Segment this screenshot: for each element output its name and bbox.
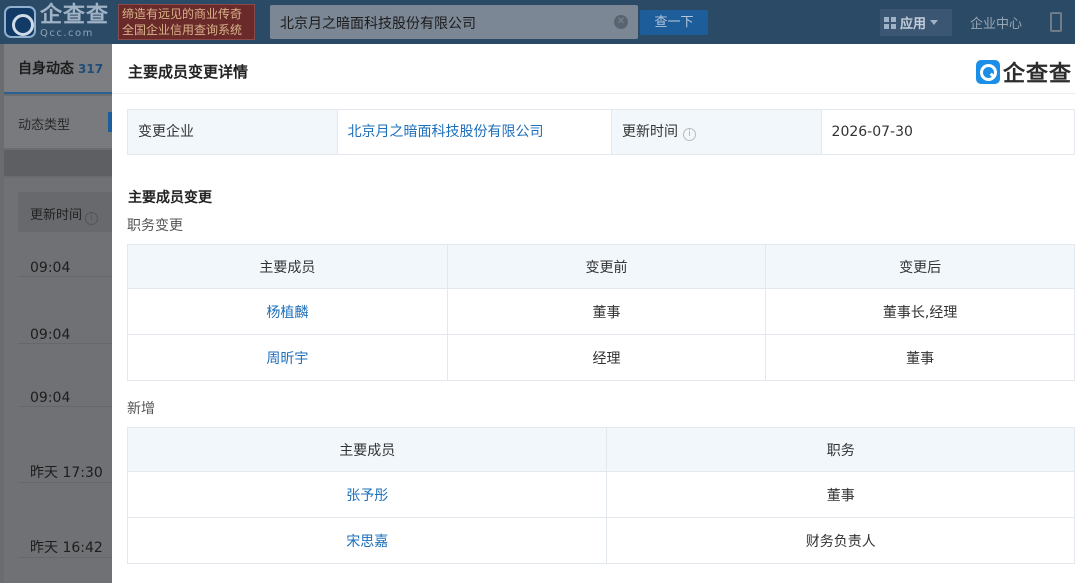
apps-menu-button[interactable]: 应用	[880, 9, 952, 36]
table-row: 张予彤 董事	[126, 471, 1075, 518]
table-header-row: 主要成员 职务	[126, 427, 1075, 472]
company-link[interactable]: 北京月之暗面科技股份有限公司	[338, 110, 612, 154]
col-header-label: 更新时间	[30, 208, 83, 223]
search-input[interactable]: 北京月之暗面科技股份有限公司 ✕	[270, 5, 638, 39]
position-after: 董事	[765, 334, 1075, 381]
update-type-filter[interactable]: 动态类型	[4, 96, 112, 148]
member-name-link[interactable]: 宋思嘉	[126, 517, 608, 564]
added-members-table: 主要成员 职务 张予彤 董事 宋思嘉 财务负责人	[126, 427, 1075, 564]
position-change-table: 主要成员 变更前 变更后 杨植麟 董事 董事长,经理 周昕宇 经理 董事	[127, 244, 1075, 381]
brand-text: 企查查	[1003, 62, 1073, 87]
qcc-brand-icon	[976, 60, 1000, 84]
member-position: 董事	[606, 471, 1075, 518]
clear-icon[interactable]: ✕	[614, 15, 628, 29]
member-name-link[interactable]: 周昕宇	[127, 334, 448, 381]
section-gap	[4, 150, 112, 176]
qcc-logo[interactable]: 企查查 Qcc.com	[4, 4, 109, 40]
mobile-phone-icon[interactable]	[1050, 12, 1062, 32]
enterprise-center-link[interactable]: 企业中心	[970, 13, 1022, 32]
position-after: 董事长,经理	[765, 288, 1075, 335]
change-info-table: 变更企业 北京月之暗面科技股份有限公司 更新时间 i 2026-07-30	[127, 109, 1075, 155]
modal-title: 主要成员变更详情	[128, 63, 249, 81]
top-navbar: 企查查 Qcc.com 缔造有远见的商业传奇 全国企业信用查询系统 北京月之暗面…	[0, 0, 1075, 44]
update-time-label-text: 更新时间	[621, 124, 678, 140]
col-header-update-time: 更新时间 i	[18, 192, 112, 232]
info-icon[interactable]: i	[85, 212, 99, 225]
info-icon[interactable]: i	[682, 128, 696, 141]
col-header-member: 主要成员	[127, 244, 448, 289]
col-header-before: 变更前	[446, 244, 767, 289]
updates-table: 更新时间 i 09:04 09:04 09:04 昨天 17:30 昨天 16:4…	[4, 178, 112, 583]
tab-count: 317	[78, 62, 104, 76]
search-button[interactable]: 查一下	[640, 10, 708, 35]
tab-self-updates[interactable]: 自身动态 317	[4, 44, 112, 94]
table-row[interactable]: 09:04	[18, 260, 112, 277]
table-row[interactable]: 09:04	[18, 390, 112, 407]
modal-header: 主要成员变更详情 企查查	[112, 44, 1075, 94]
chevron-down-icon	[930, 20, 939, 25]
section-title: 主要成员变更	[128, 190, 212, 206]
table-row[interactable]: 昨天 17:30	[18, 462, 112, 483]
table-row[interactable]: 09:04	[18, 327, 112, 344]
update-time-value: 2026-07-30	[831, 124, 913, 140]
table-row: 宋思嘉 财务负责人	[126, 517, 1075, 564]
member-change-detail-modal: 主要成员变更详情 企查查 变更企业 北京月之暗面科技股份有限公司 更新时间 i 2…	[112, 44, 1075, 583]
member-position: 财务负责人	[606, 517, 1075, 564]
member-name-link[interactable]: 杨植麟	[127, 288, 448, 335]
table-row: 周昕宇 经理 董事	[127, 334, 1075, 381]
col-header-after: 变更后	[765, 244, 1075, 289]
position-change-subtitle: 职务变更	[127, 218, 183, 234]
added-subtitle: 新增	[127, 401, 155, 417]
brand-logo: 企查查	[976, 56, 1072, 88]
member-name-link[interactable]: 张予彤	[126, 471, 608, 518]
col-header-position: 职务	[606, 427, 1075, 472]
table-row[interactable]: 昨天 16:42	[18, 537, 112, 558]
slogan-banner: 缔造有远见的商业传奇 全国企业信用查询系统	[118, 4, 255, 40]
position-before: 董事	[446, 288, 767, 335]
table-row: 杨植麟 董事 董事长,经理	[127, 288, 1075, 335]
col-header-member: 主要成员	[126, 427, 608, 472]
tab-label: 自身动态	[18, 61, 74, 77]
search-value: 北京月之暗面科技股份有限公司	[280, 16, 476, 32]
logo-domain: Qcc.com	[40, 28, 94, 39]
update-time-label: 更新时间 i	[611, 110, 822, 154]
slogan-line-1: 缔造有远见的商业传奇	[122, 7, 243, 21]
slogan-line-2: 全国企业信用查询系统	[122, 23, 243, 37]
apps-label: 应用	[900, 17, 927, 32]
company-label: 变更企业	[128, 110, 338, 154]
filter-label: 动态类型	[18, 118, 71, 133]
table-header-row: 主要成员 变更前 变更后	[127, 244, 1075, 289]
qcc-logo-icon	[4, 6, 36, 38]
position-before: 经理	[446, 334, 767, 381]
grid-icon	[884, 16, 896, 29]
logo-text: 企查查	[40, 3, 110, 28]
